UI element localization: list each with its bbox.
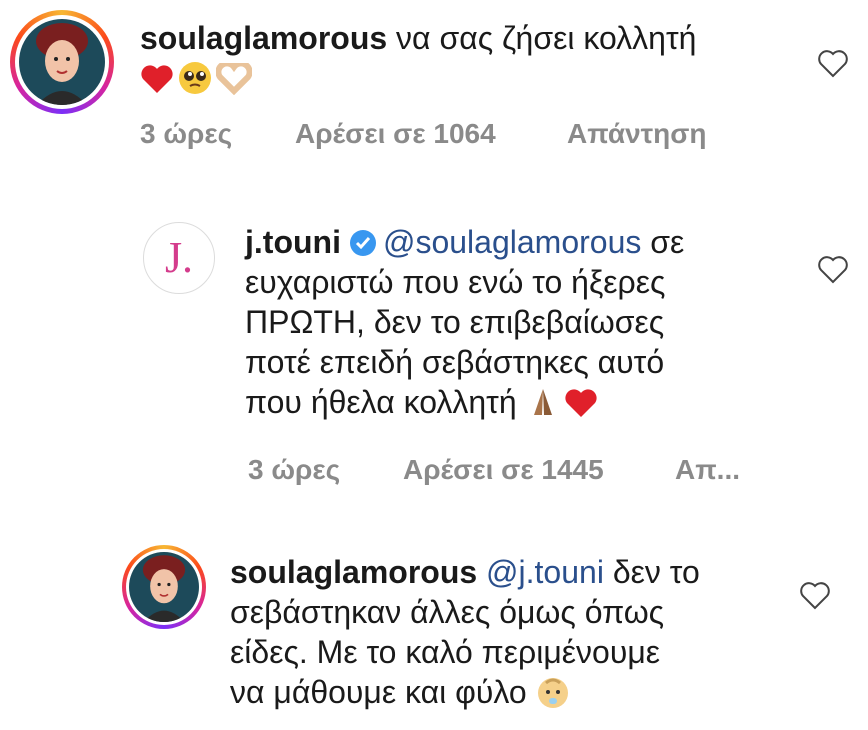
pleading-face-icon (179, 62, 211, 94)
profile-photo-icon (129, 552, 199, 622)
baby-face-icon (537, 678, 568, 708)
reply-button[interactable]: Απάντηση (567, 118, 707, 150)
comment-text: soulaglamorous @j.touni δεν το σεβάστηκα… (230, 552, 800, 712)
verified-badge-icon (349, 230, 376, 256)
reply-button[interactable]: Απ... (675, 454, 740, 486)
comment-text: j.touni @soulaglamorous σε ευχαριστώ που … (245, 222, 805, 422)
comment-body-1: δεν το (612, 554, 700, 590)
like-heart-icon[interactable] (800, 582, 830, 610)
like-heart-icon[interactable] (818, 256, 848, 284)
comment-meta: 3 ώρες Αρέσει σε 1064 Απάντηση (140, 118, 707, 150)
avatar[interactable]: J. (143, 222, 215, 294)
likes-count[interactable]: Αρέσει σε 1064 (295, 118, 567, 150)
heart-hands-icon (216, 63, 252, 95)
username[interactable]: j.touni (245, 224, 341, 260)
comment-body-4: να μάθουμε και φύλο (230, 674, 527, 710)
mention-link[interactable]: @j.touni (486, 554, 604, 590)
comment-body-1: σε (650, 224, 685, 260)
comment-meta: 3 ώρες Αρέσει σε 1445 Απ... (248, 454, 740, 486)
like-heart-icon[interactable] (818, 50, 848, 78)
username[interactable]: soulaglamorous (230, 554, 477, 590)
comment-body-3: είδες. Με το καλό περιμένουμε (230, 634, 661, 670)
comment-body-4: ποτέ επειδή σεβάστηκες αυτό (245, 344, 665, 380)
brand-logo-icon: J. (164, 233, 194, 282)
avatar[interactable] (10, 10, 114, 114)
comment-body-2: ευχαριστώ που ενώ το ήξερες (245, 264, 666, 300)
timestamp: 3 ώρες (248, 454, 341, 485)
red-heart-icon (564, 389, 597, 417)
mention-link[interactable]: @soulaglamorous (383, 224, 641, 260)
avatar[interactable] (122, 545, 206, 629)
comment-text: soulaglamorous να σας ζήσει κολλητή (140, 18, 800, 98)
likes-count[interactable]: Αρέσει σε 1445 (403, 454, 675, 486)
folded-hands-icon (533, 389, 552, 415)
comment-body-2: σεβάστηκαν άλλες όμως όπως (230, 594, 665, 630)
comment-body-5: που ήθελα κολλητή (245, 384, 517, 420)
comment-body: να σας ζήσει κολλητή (396, 20, 697, 56)
emoji-row (140, 60, 256, 96)
red-heart-icon (141, 65, 173, 93)
comment-body-3: ΠΡΩΤΗ, δεν το επιβεβαίωσες (245, 304, 665, 340)
profile-photo-icon (19, 19, 105, 105)
username[interactable]: soulaglamorous (140, 20, 387, 56)
timestamp: 3 ώρες (140, 118, 233, 149)
